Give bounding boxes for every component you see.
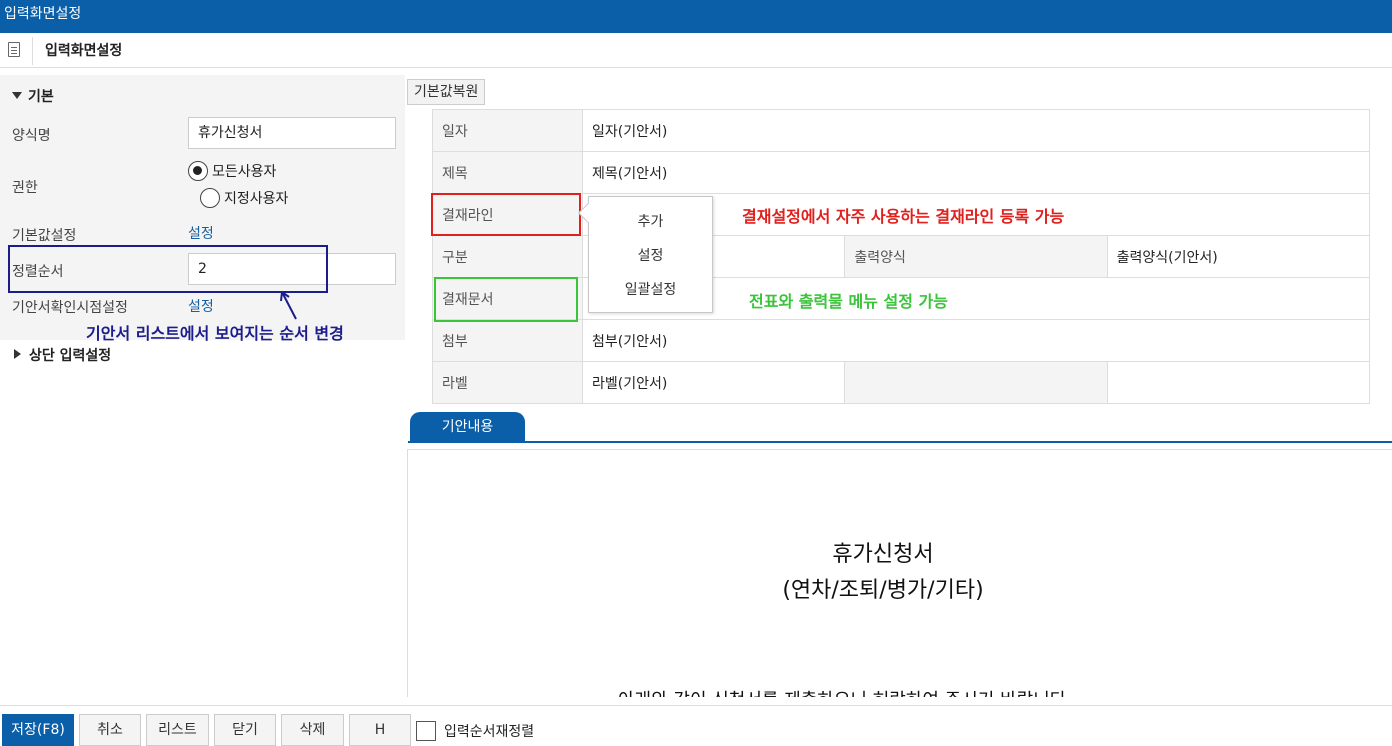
list-button[interactable]: 리스트 [146, 714, 209, 746]
annotation-approval-line-text: 결재설정에서 자주 사용하는 결재라인 등록 가능 [742, 207, 1065, 226]
permission-label: 권한 [12, 180, 38, 196]
save-button[interactable]: 저장(F8) [2, 714, 74, 746]
table-row: 첨부 첨부(기안서) [432, 319, 1370, 362]
document-body-line: 아래와 같이 신청서를 제출하오니 허락하여 주시기 바랍니다 [618, 686, 1066, 697]
field-label-attachment: 첨부 [432, 319, 583, 362]
delete-button[interactable]: 삭제 [281, 714, 344, 746]
menu-item-settings[interactable]: 설정 [589, 245, 712, 265]
field-value-print-form[interactable]: 출력양식(기안서) [1106, 235, 1371, 278]
annotation-box-sort-order [8, 245, 328, 293]
tab-draft-content[interactable]: 기안내용 [410, 412, 525, 443]
field-label-category: 구분 [432, 235, 583, 278]
page-title: 입력화면설정 [45, 43, 123, 59]
close-button[interactable]: 닫기 [214, 714, 276, 746]
field-value-attachment[interactable]: 첨부(기안서) [582, 319, 1370, 362]
default-settings-link[interactable]: 설정 [188, 223, 214, 243]
radio-checked-icon [188, 161, 208, 181]
settings-panel: 기본 양식명 휴가신청서 권한 모든사용자 지정사용자 기본값설정 설정 정렬순… [0, 75, 405, 340]
table-row: 제목 제목(기안서) [432, 151, 1370, 194]
annotation-arrow-icon [280, 291, 297, 320]
field-label-title: 제목 [432, 151, 583, 194]
window-titlebar: 입력화면설정 [0, 0, 1392, 33]
form-name-input[interactable]: 휴가신청서 [188, 117, 396, 149]
reorder-checkbox-label: 입력순서재정렬 [444, 724, 535, 740]
radio-all-users-label: 모든사용자 [212, 164, 277, 180]
table-row: 일자 일자(기안서) [432, 109, 1370, 152]
cancel-button[interactable]: 취소 [79, 714, 141, 746]
field-empty-value [1106, 361, 1371, 404]
menu-item-bulk-settings[interactable]: 일괄설정 [589, 279, 712, 299]
reorder-checkbox[interactable] [416, 721, 436, 741]
radio-unchecked-icon [200, 188, 220, 208]
field-label-label: 라벨 [432, 361, 583, 404]
radio-specific-users[interactable]: 지정사용자 [200, 188, 288, 208]
document-icon [8, 42, 20, 57]
page-header: 입력화면설정 [0, 33, 1392, 68]
annotation-box-approval-line [431, 193, 581, 236]
field-value-label[interactable]: 라벨(기안서) [581, 361, 846, 404]
action-bar: 저장(F8) 취소 리스트 닫기 삭제 H 입력순서재정렬 [0, 705, 1392, 746]
content-editor[interactable]: 휴가신청서 (연차/조퇴/병가/기타) 아래와 같이 신청서를 제출하오니 허락… [407, 449, 1392, 697]
table-row: 라벨 라벨(기안서) [432, 361, 1371, 404]
radio-specific-users-label: 지정사용자 [224, 191, 289, 207]
form-name-label: 양식명 [12, 128, 51, 144]
section-top-input-label: 상단 입력설정 [29, 348, 112, 364]
radio-all-users[interactable]: 모든사용자 [188, 161, 276, 181]
tab-underline [408, 441, 1392, 443]
history-button[interactable]: H [349, 714, 411, 746]
section-top-input-toggle[interactable]: 상단 입력설정 [14, 345, 111, 365]
document-title: 휴가신청서 [832, 542, 934, 567]
window-title: 입력화면설정 [4, 6, 82, 22]
field-empty-label [844, 361, 1108, 404]
context-menu: 추가 설정 일괄설정 [578, 196, 713, 313]
restore-defaults-button[interactable]: 기본값복원 [407, 79, 486, 105]
menu-item-add[interactable]: 추가 [589, 211, 712, 231]
table-row: 구분 출력양식 출력양식(기안서) [432, 235, 1371, 278]
field-value-title[interactable]: 제목(기안서) [582, 151, 1370, 194]
section-basic-toggle[interactable]: 기본 [12, 86, 54, 106]
default-settings-label: 기본값설정 [12, 228, 77, 244]
annotation-box-approval-doc [434, 277, 578, 322]
field-label-date: 일자 [432, 109, 583, 152]
field-value-date[interactable]: 일자(기안서) [582, 109, 1370, 152]
field-label-print-form: 출력양식 [844, 235, 1108, 278]
caret-right-icon [14, 349, 21, 359]
annotation-approval-doc-text: 전표와 출력물 메뉴 설정 가능 [749, 292, 948, 311]
confirm-time-link[interactable]: 설정 [188, 296, 214, 316]
input-field-table: 일자 일자(기안서) 제목 제목(기안서) 결재라인 구분 출력양식 출력양식(… [432, 109, 1371, 404]
annotation-sort-order-text: 기안서 리스트에서 보여지는 순서 변경 [86, 324, 344, 343]
confirm-time-label: 기안서확인시점설정 [12, 300, 128, 316]
header-divider [32, 37, 33, 65]
caret-down-icon [12, 92, 22, 99]
section-basic-label: 기본 [28, 89, 54, 105]
document-subtitle: (연차/조퇴/병가/기타) [782, 578, 984, 603]
